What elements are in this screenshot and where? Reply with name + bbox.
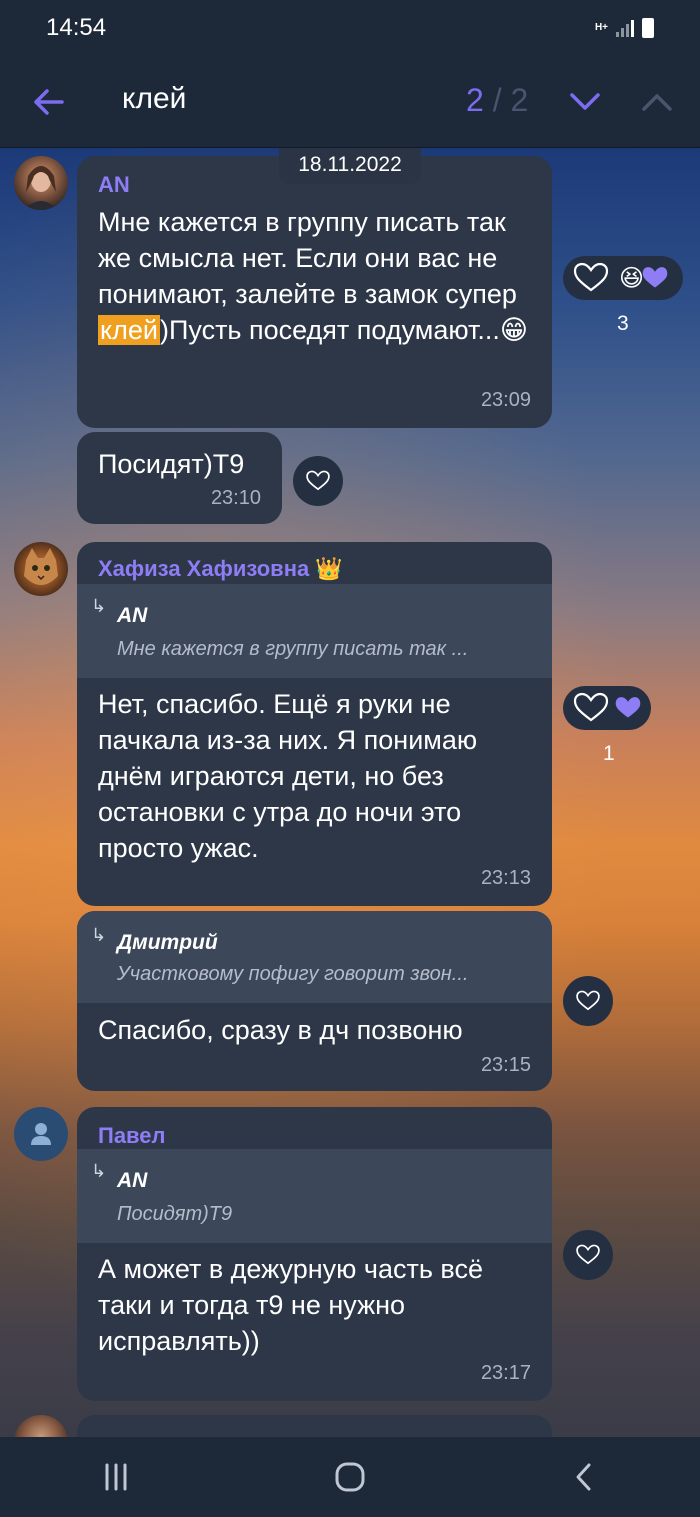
reaction-pill[interactable] [563,686,651,730]
message-time: 23:09 [480,389,531,411]
search-separator: / [492,82,502,118]
reply-arrow-icon: ↳ [91,925,107,945]
heart-outline-icon [306,470,330,491]
message-bubble[interactable]: AN Мне кажется в группу писать так же см… [77,156,552,428]
message-text-part: Мне кажется в группу писать так же смысл… [98,207,517,309]
message-bubble[interactable]: Павел ↳ AN Посидят)Т9 А может в дежурную… [77,1107,552,1401]
message-time: 23:13 [480,867,531,889]
reply-quote[interactable]: ↳ AN Посидят)Т9 [77,1149,552,1243]
reply-arrow-icon: ↳ [91,596,107,616]
heart-filled-icon [615,697,641,718]
battery-icon [642,18,654,38]
search-toolbar: клей 2 / 2 [0,56,700,148]
message-bubble[interactable]: Посидят)Т9 23:10 [77,432,282,524]
reply-quote[interactable]: ↳ Дмитрий Участковому пофигу говорит зво… [77,911,552,1003]
chevron-up-icon[interactable] [640,90,674,114]
heart-outline-icon [576,990,600,1011]
avatar[interactable] [14,1107,68,1161]
status-bar: 14:54 H+ [0,0,700,56]
message-author[interactable]: Хафиза Хафизовна 👑 [98,556,343,582]
reaction-count: 3 [617,312,629,335]
status-icons: H+ [595,18,654,38]
heart-outline-icon[interactable] [569,258,613,298]
reply-author: AN [117,1169,148,1192]
back-arrow-icon[interactable] [32,86,64,118]
like-button[interactable] [563,976,613,1026]
signal-icon [616,19,634,37]
search-current: 2 [466,82,484,118]
message-author[interactable]: Павел [98,1123,166,1149]
reaction-pill[interactable]: 😆 [563,256,683,300]
message-author[interactable]: AN [98,172,130,198]
message-time: 23:17 [480,1362,531,1384]
network-type-icon: H+ [594,22,608,33]
avatar[interactable] [14,542,68,596]
message-text: Нет, спасибо. Ещё я руки не пачкала из-з… [98,689,478,863]
date-badge: 18.11.2022 [279,148,421,184]
message-time: 23:15 [480,1054,531,1076]
recent-apps-icon[interactable] [101,1462,131,1492]
message-text: А может в дежурную часть всё таки и тогд… [98,1254,483,1356]
reply-author: AN [117,604,148,627]
reply-quote[interactable]: ↳ AN Мне кажется в группу писать так ... [77,584,552,678]
reply-arrow-icon: ↳ [91,1161,107,1181]
message-bubble[interactable]: Хафиза Хафизовна 👑 ↳ AN Мне кажется в гр… [77,542,552,906]
search-total: 2 [510,82,529,118]
search-highlight: клей [98,315,160,345]
system-navigation-bar [0,1437,700,1517]
chevron-down-icon[interactable] [568,90,602,114]
status-time: 14:54 [46,14,107,41]
message-time: 23:10 [210,487,261,509]
reply-text: Мне кажется в группу писать так ... [117,638,469,660]
heart-outline-icon [576,1244,600,1265]
message-text: Спасибо, сразу в дч позвоню [98,1015,463,1045]
like-button[interactable] [563,1230,613,1280]
message-text-part: )Пусть поседят подумают...😁 [159,315,529,345]
heart-outline-icon[interactable] [569,688,613,728]
default-user-icon [31,1123,51,1145]
reply-text: Участковому пофигу говорит звон... [117,963,469,985]
back-icon[interactable] [569,1462,599,1492]
like-button[interactable] [293,456,343,506]
home-icon[interactable] [334,1461,366,1493]
reaction-count: 1 [603,742,615,765]
message-bubble[interactable]: ↳ Дмитрий Участковому пофигу говорит зво… [77,911,552,1091]
search-query[interactable]: клей [122,82,186,116]
search-result-counter: 2 / 2 [466,82,528,119]
avatar[interactable] [14,156,68,210]
heart-filled-icon [642,267,668,288]
reply-author: Дмитрий [117,931,218,954]
reply-text: Посидят)Т9 [117,1203,233,1225]
message-text: Посидят)Т9 [98,449,245,479]
message-text: Мне кажется в группу писать так же смысл… [98,204,538,348]
